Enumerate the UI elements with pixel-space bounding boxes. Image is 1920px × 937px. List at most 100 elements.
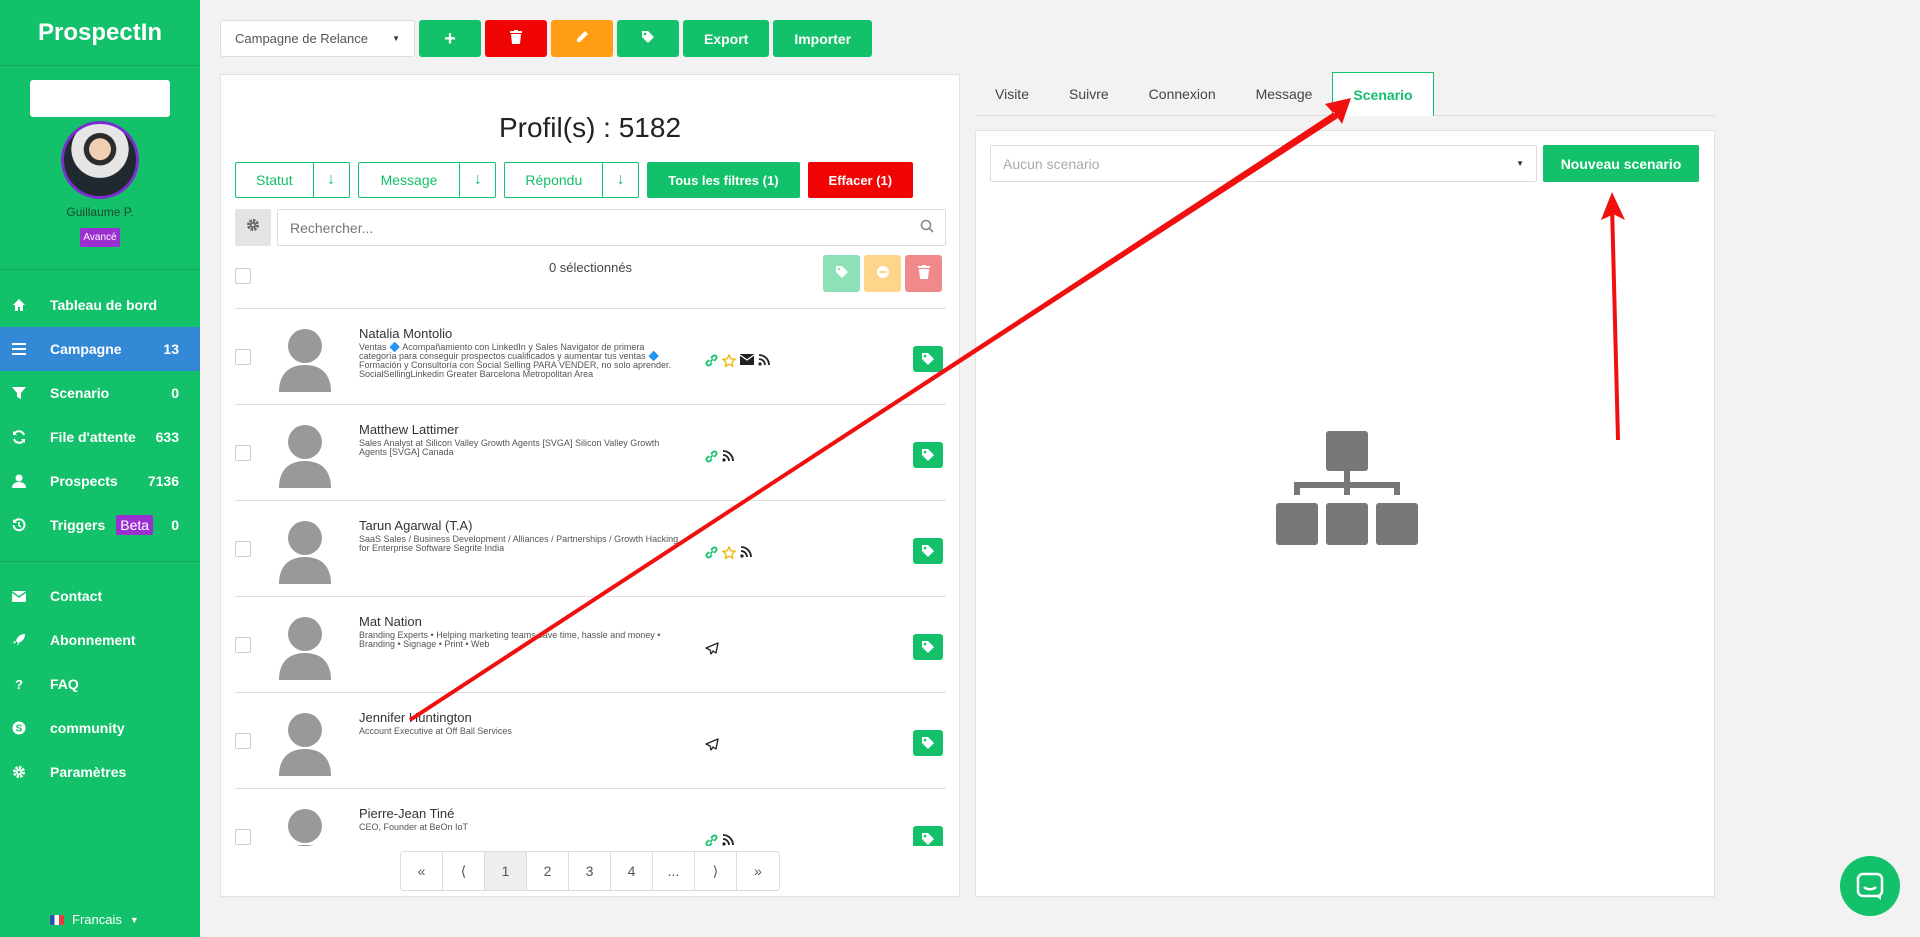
star-icon[interactable] (721, 545, 737, 562)
prospect-row[interactable]: Jennifer Huntington Account Executive at… (235, 693, 946, 789)
chat-button[interactable] (1840, 856, 1900, 916)
repondu-filter[interactable]: Répondu ↓ (504, 162, 640, 198)
bulk-tag-button[interactable] (823, 255, 860, 292)
import-button[interactable]: Importer (773, 20, 873, 57)
send-icon[interactable] (705, 738, 719, 754)
sidebar-item-triggers[interactable]: Triggers Beta 0 (0, 503, 200, 547)
add-campaign-button[interactable]: + (419, 20, 481, 57)
edit-campaign-button[interactable] (551, 20, 613, 57)
prospect-tag-button[interactable] (913, 826, 943, 846)
new-scenario-button[interactable]: Nouveau scenario (1543, 145, 1699, 182)
prospect-name[interactable]: Matthew Lattimer (359, 422, 459, 437)
sidebar-item-scenario[interactable]: Scenario 0 (0, 371, 200, 415)
link-icon[interactable] (705, 450, 718, 466)
send-icon[interactable] (705, 642, 719, 658)
page-button[interactable]: 3 (569, 852, 611, 890)
clear-filters-button[interactable]: Effacer (1) (807, 162, 914, 198)
page-button[interactable]: « (401, 852, 443, 890)
row-checkbox[interactable] (235, 637, 251, 653)
page-button[interactable]: 4 (611, 852, 653, 890)
link-icon[interactable] (705, 834, 718, 846)
link-icon[interactable] (705, 354, 718, 370)
message-filter[interactable]: Message ↓ (357, 162, 497, 198)
sidebar-item-label: Scenario (50, 385, 110, 401)
sidebar-item-campagne[interactable]: Campagne 13 (0, 327, 200, 371)
tab-message[interactable]: Message (1236, 72, 1333, 116)
page-button[interactable]: ⟩ (695, 852, 737, 890)
prospect-tag-button[interactable] (913, 442, 943, 468)
sidebar-item-dashboard[interactable]: Tableau de bord (0, 283, 200, 327)
star-icon[interactable] (721, 353, 737, 370)
row-checkbox[interactable] (235, 829, 251, 845)
avatar[interactable] (61, 121, 139, 199)
prospect-name[interactable]: Tarun Agarwal (T.A) (359, 518, 472, 533)
home-icon (12, 298, 26, 312)
sidebar-item-prospects[interactable]: Prospects 7136 (0, 459, 200, 503)
row-checkbox[interactable] (235, 349, 251, 365)
tab-visite[interactable]: Visite (975, 72, 1049, 116)
arrow-down-icon[interactable]: ↓ (312, 163, 349, 197)
export-button[interactable]: Export (683, 20, 770, 57)
statut-filter[interactable]: Statut ↓ (235, 162, 350, 198)
page-button[interactable]: » (737, 852, 779, 890)
row-checkbox[interactable] (235, 445, 251, 461)
prospect-tag-button[interactable] (913, 634, 943, 660)
sidebar-item-file-attente[interactable]: File d'attente 633 (0, 415, 200, 459)
rss-icon[interactable] (740, 546, 752, 562)
tab-scenario[interactable]: Scenario (1332, 72, 1434, 116)
tab-suivre[interactable]: Suivre (1049, 72, 1129, 116)
search-input[interactable] (277, 209, 946, 246)
sidebar-item-parametres[interactable]: Paramètres (0, 750, 200, 794)
prospect-description: Ventas 🔷 Acompañamiento con LinkedIn y S… (359, 342, 671, 379)
link-icon[interactable] (705, 546, 718, 562)
prospect-row[interactable]: Tarun Agarwal (T.A) SaaS Sales / Busines… (235, 501, 946, 597)
caret-down-icon: ▼ (1516, 159, 1524, 168)
sidebar-item-community[interactable]: S community (0, 706, 200, 750)
prospect-row[interactable]: Natalia Montolio Ventas 🔷 Acompañamiento… (235, 309, 946, 405)
sidebar-item-abonnement[interactable]: Abonnement (0, 618, 200, 662)
tag-icon (922, 353, 934, 365)
sidebar-item-count: 7136 (147, 473, 179, 489)
prospect-tag-button[interactable] (913, 538, 943, 564)
sidebar-item-label: Prospects (50, 473, 118, 489)
sidebar-item-count: 0 (171, 517, 179, 533)
all-filters-button[interactable]: Tous les filtres (1) (647, 162, 800, 198)
prospect-name[interactable]: Pierre-Jean Tiné (359, 806, 454, 821)
page-button[interactable]: 2 (527, 852, 569, 890)
sidebar-item-contact[interactable]: Contact (0, 574, 200, 618)
filter-icon (12, 386, 26, 400)
row-checkbox[interactable] (235, 541, 251, 557)
page-button[interactable]: ⟨ (443, 852, 485, 890)
arrow-down-icon[interactable]: ↓ (602, 163, 638, 197)
rss-icon[interactable] (722, 450, 734, 466)
prospect-row[interactable]: Pierre-Jean Tiné CEO, Founder at BeOn Io… (235, 789, 946, 846)
prospect-tag-button[interactable] (913, 730, 943, 756)
mail-icon[interactable] (739, 354, 755, 370)
rss-icon[interactable] (722, 834, 734, 846)
rss-icon[interactable] (758, 354, 770, 370)
search-settings-button[interactable] (235, 209, 271, 246)
tag-icon (922, 545, 934, 557)
row-checkbox[interactable] (235, 733, 251, 749)
bulk-delete-button[interactable] (905, 255, 942, 292)
page-button[interactable]: 1 (485, 852, 527, 890)
delete-campaign-button[interactable] (485, 20, 547, 57)
prospect-tag-button[interactable] (913, 346, 943, 372)
tab-connexion[interactable]: Connexion (1129, 72, 1236, 116)
bulk-remove-button[interactable] (864, 255, 901, 292)
tag-campaign-button[interactable] (617, 20, 679, 57)
campaign-select-value: Campagne de Relance (235, 31, 368, 46)
arrow-down-icon[interactable]: ↓ (459, 163, 495, 197)
sidebar-item-faq[interactable]: ? FAQ (0, 662, 200, 706)
prospect-name[interactable]: Mat Nation (359, 614, 422, 629)
prospect-status-icons (705, 738, 719, 754)
prospect-name[interactable]: Natalia Montolio (359, 326, 452, 341)
sidebar-search-input[interactable] (30, 80, 170, 117)
page-button[interactable]: ... (653, 852, 695, 890)
prospect-name[interactable]: Jennifer Huntington (359, 710, 472, 725)
scenario-select[interactable]: Aucun scenario ▼ (990, 145, 1537, 182)
prospect-row[interactable]: Matthew Lattimer Sales Analyst at Silico… (235, 405, 946, 501)
prospect-row[interactable]: Mat Nation Branding Experts • Helping ma… (235, 597, 946, 693)
language-selector[interactable]: Francais ▼ (50, 912, 139, 927)
campaign-select[interactable]: Campagne de Relance ▼ (220, 20, 415, 57)
